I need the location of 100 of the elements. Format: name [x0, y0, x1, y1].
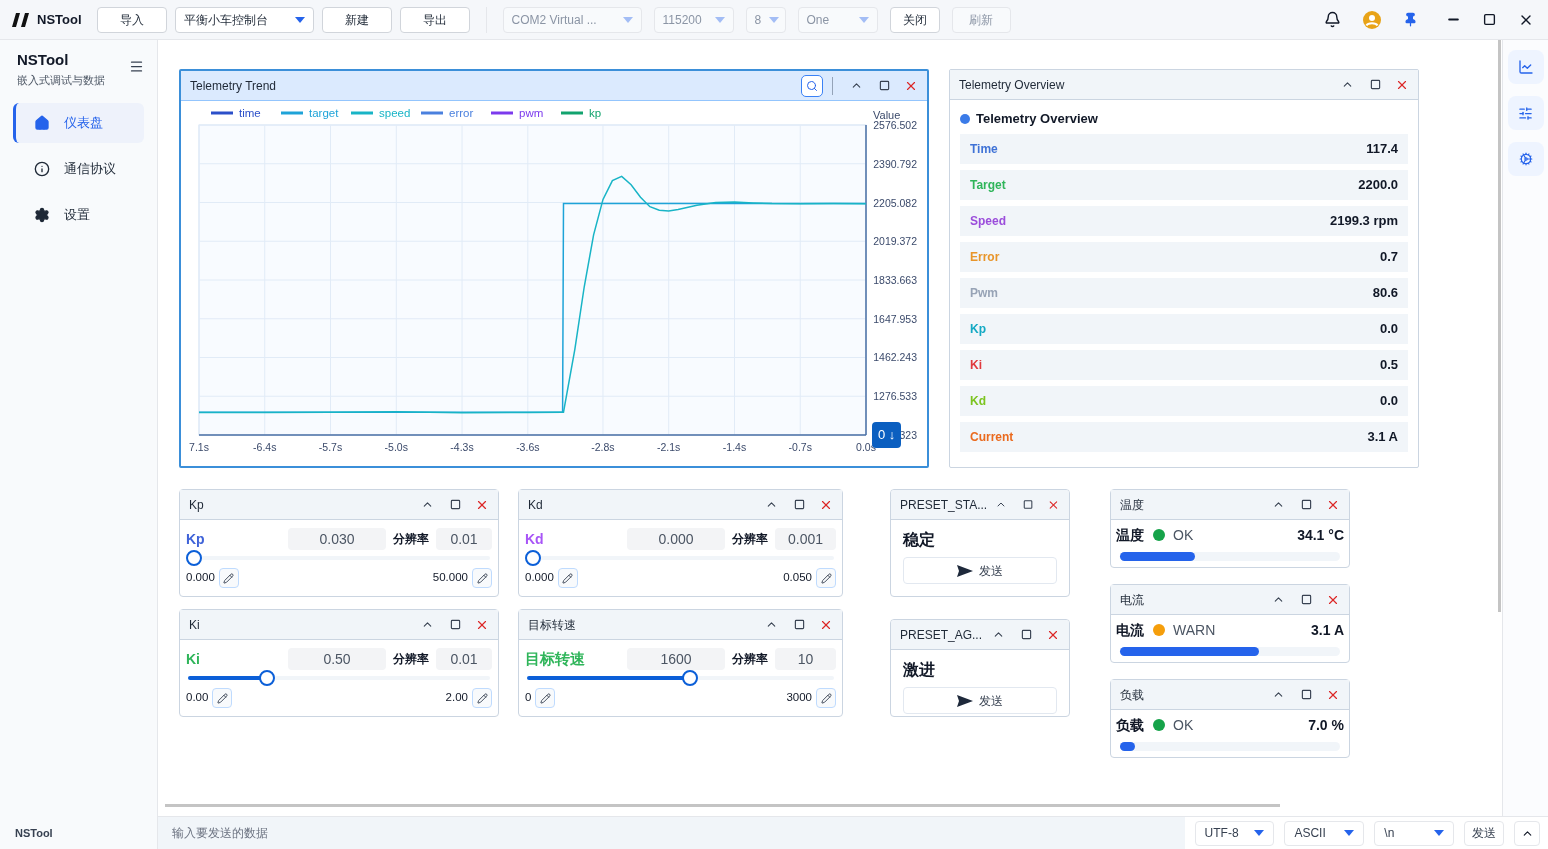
vertical-scrollbar[interactable]	[1498, 40, 1501, 612]
slider[interactable]	[525, 670, 836, 686]
tick-label: -5.7s	[318, 441, 343, 453]
panel-title: PRESET_AG...	[900, 626, 983, 644]
maximize-icon[interactable]	[1301, 689, 1312, 700]
nav-item[interactable]: 设置	[13, 195, 144, 235]
panel-title: Telemetry Overview	[959, 76, 1065, 94]
settings-view-button[interactable]	[1507, 142, 1544, 176]
resolution-field[interactable]: 0.01	[436, 528, 492, 550]
send-button[interactable]: 发送	[903, 557, 1057, 584]
slider-thumb[interactable]	[525, 550, 541, 566]
edit-button[interactable]	[472, 688, 492, 708]
value-field[interactable]: 0.030	[288, 528, 386, 550]
pencil-icon	[476, 572, 488, 584]
sidebar-footer: NSTool	[13, 824, 144, 841]
pencil-icon	[820, 572, 832, 584]
search-button[interactable]	[801, 74, 823, 97]
edit-button[interactable]	[472, 568, 492, 588]
slider[interactable]	[186, 550, 492, 566]
tick-label: 1462.243	[873, 351, 917, 364]
param-label: Ki	[186, 649, 201, 669]
maximize-icon[interactable]	[1021, 629, 1032, 640]
legend-item[interactable]: time	[211, 107, 261, 119]
nav-item[interactable]: 通信协议	[13, 149, 144, 189]
maximize-icon[interactable]	[1370, 79, 1381, 90]
resolution-label: 分辨率	[731, 651, 769, 668]
param-label: Kd	[525, 529, 545, 549]
maximize-icon[interactable]	[794, 499, 805, 510]
tick-label: 1647.953	[873, 312, 917, 325]
chart-view-button[interactable]	[1507, 50, 1544, 84]
legend-item[interactable]: pwm	[491, 107, 544, 119]
metric-label: Kp	[970, 321, 986, 338]
dropdown[interactable]: UTF-8	[1194, 820, 1275, 846]
edit-button[interactable]	[557, 568, 578, 588]
dropdown[interactable]: \n	[1374, 820, 1455, 846]
tick-label: 2019.372	[873, 235, 917, 248]
maximize-icon[interactable]	[879, 80, 890, 91]
maximize-icon[interactable]	[1483, 13, 1496, 26]
nav-item[interactable]: 仪表盘	[13, 103, 144, 143]
caret-icon	[1434, 830, 1445, 836]
send-button[interactable]: 发送	[1464, 820, 1505, 846]
maximize-icon[interactable]	[1301, 594, 1312, 605]
tick-label: 323	[899, 429, 917, 441]
edit-button[interactable]	[816, 688, 836, 708]
value-field[interactable]: 1600	[627, 648, 725, 670]
caret-icon	[622, 16, 633, 23]
tick-label: -4.3s	[450, 441, 474, 453]
resolution-field[interactable]: 0.01	[436, 648, 492, 670]
legend-item[interactable]: error	[421, 107, 474, 119]
gauge-label: 温度	[1116, 525, 1144, 545]
dropdown[interactable]: ASCII	[1284, 820, 1365, 846]
edit-button[interactable]	[212, 688, 233, 708]
toolbar-button[interactable]: 新建	[321, 6, 392, 33]
sidebar-title: NSTool	[17, 50, 70, 70]
panel-title: Kd	[528, 496, 543, 514]
maximize-icon[interactable]	[1301, 499, 1312, 510]
min-value: 0.000	[186, 570, 215, 586]
menu-icon[interactable]	[129, 59, 144, 74]
horizontal-scrollbar[interactable]	[165, 804, 1280, 807]
legend-label: time	[239, 107, 261, 119]
dropdown[interactable]: 平衡小车控制台	[174, 6, 314, 33]
value-field[interactable]: 0.50	[288, 648, 386, 670]
search-icon	[806, 79, 818, 92]
resolution-field[interactable]: 0.001	[775, 528, 836, 550]
maximize-icon[interactable]	[450, 499, 461, 510]
tick-label: 1833.663	[873, 274, 917, 286]
panel-title: PRESET_STA...	[900, 496, 988, 514]
panel-title: 负载	[1120, 686, 1144, 704]
scroll-latest-button[interactable]: 0 ↓	[872, 422, 902, 448]
slider-thumb[interactable]	[682, 670, 699, 686]
pin-icon[interactable]	[1403, 12, 1418, 27]
gauge-value: 34.1 °C	[1297, 525, 1344, 545]
slider-thumb[interactable]	[186, 550, 203, 566]
tick-label: -0.7s	[788, 441, 812, 453]
edit-button[interactable]	[816, 568, 836, 588]
maximize-icon[interactable]	[794, 619, 805, 630]
send-input[interactable]: 输入要发送的数据	[158, 817, 1185, 849]
slider[interactable]	[186, 670, 492, 686]
edit-button[interactable]	[218, 568, 239, 588]
resolution-field[interactable]: 10	[775, 648, 836, 670]
value-field[interactable]: 0.000	[627, 528, 725, 550]
controls-view-button[interactable]	[1507, 96, 1544, 130]
line-chart-icon	[1517, 59, 1534, 75]
metric-label: Pwm	[970, 285, 998, 302]
resolution-label: 分辨率	[392, 531, 430, 548]
logo-icon	[12, 12, 30, 27]
edit-button[interactable]	[535, 688, 556, 708]
axis-title: Value	[873, 109, 901, 121]
panel-title: Kp	[189, 496, 204, 514]
toolbar-button[interactable]: 导出	[399, 6, 470, 33]
maximize-icon[interactable]	[450, 619, 461, 630]
toolbar-button[interactable]: 关闭	[889, 6, 940, 33]
metric-value: 80.6	[1372, 284, 1398, 303]
status-text: OK	[1173, 525, 1194, 545]
notification-icon[interactable]	[1324, 11, 1341, 28]
toolbar-button[interactable]: 导入	[96, 6, 167, 33]
slider[interactable]	[525, 550, 836, 566]
panel-title: 温度	[1120, 496, 1144, 514]
slider-thumb[interactable]	[258, 670, 275, 686]
send-button[interactable]: 发送	[903, 687, 1057, 714]
